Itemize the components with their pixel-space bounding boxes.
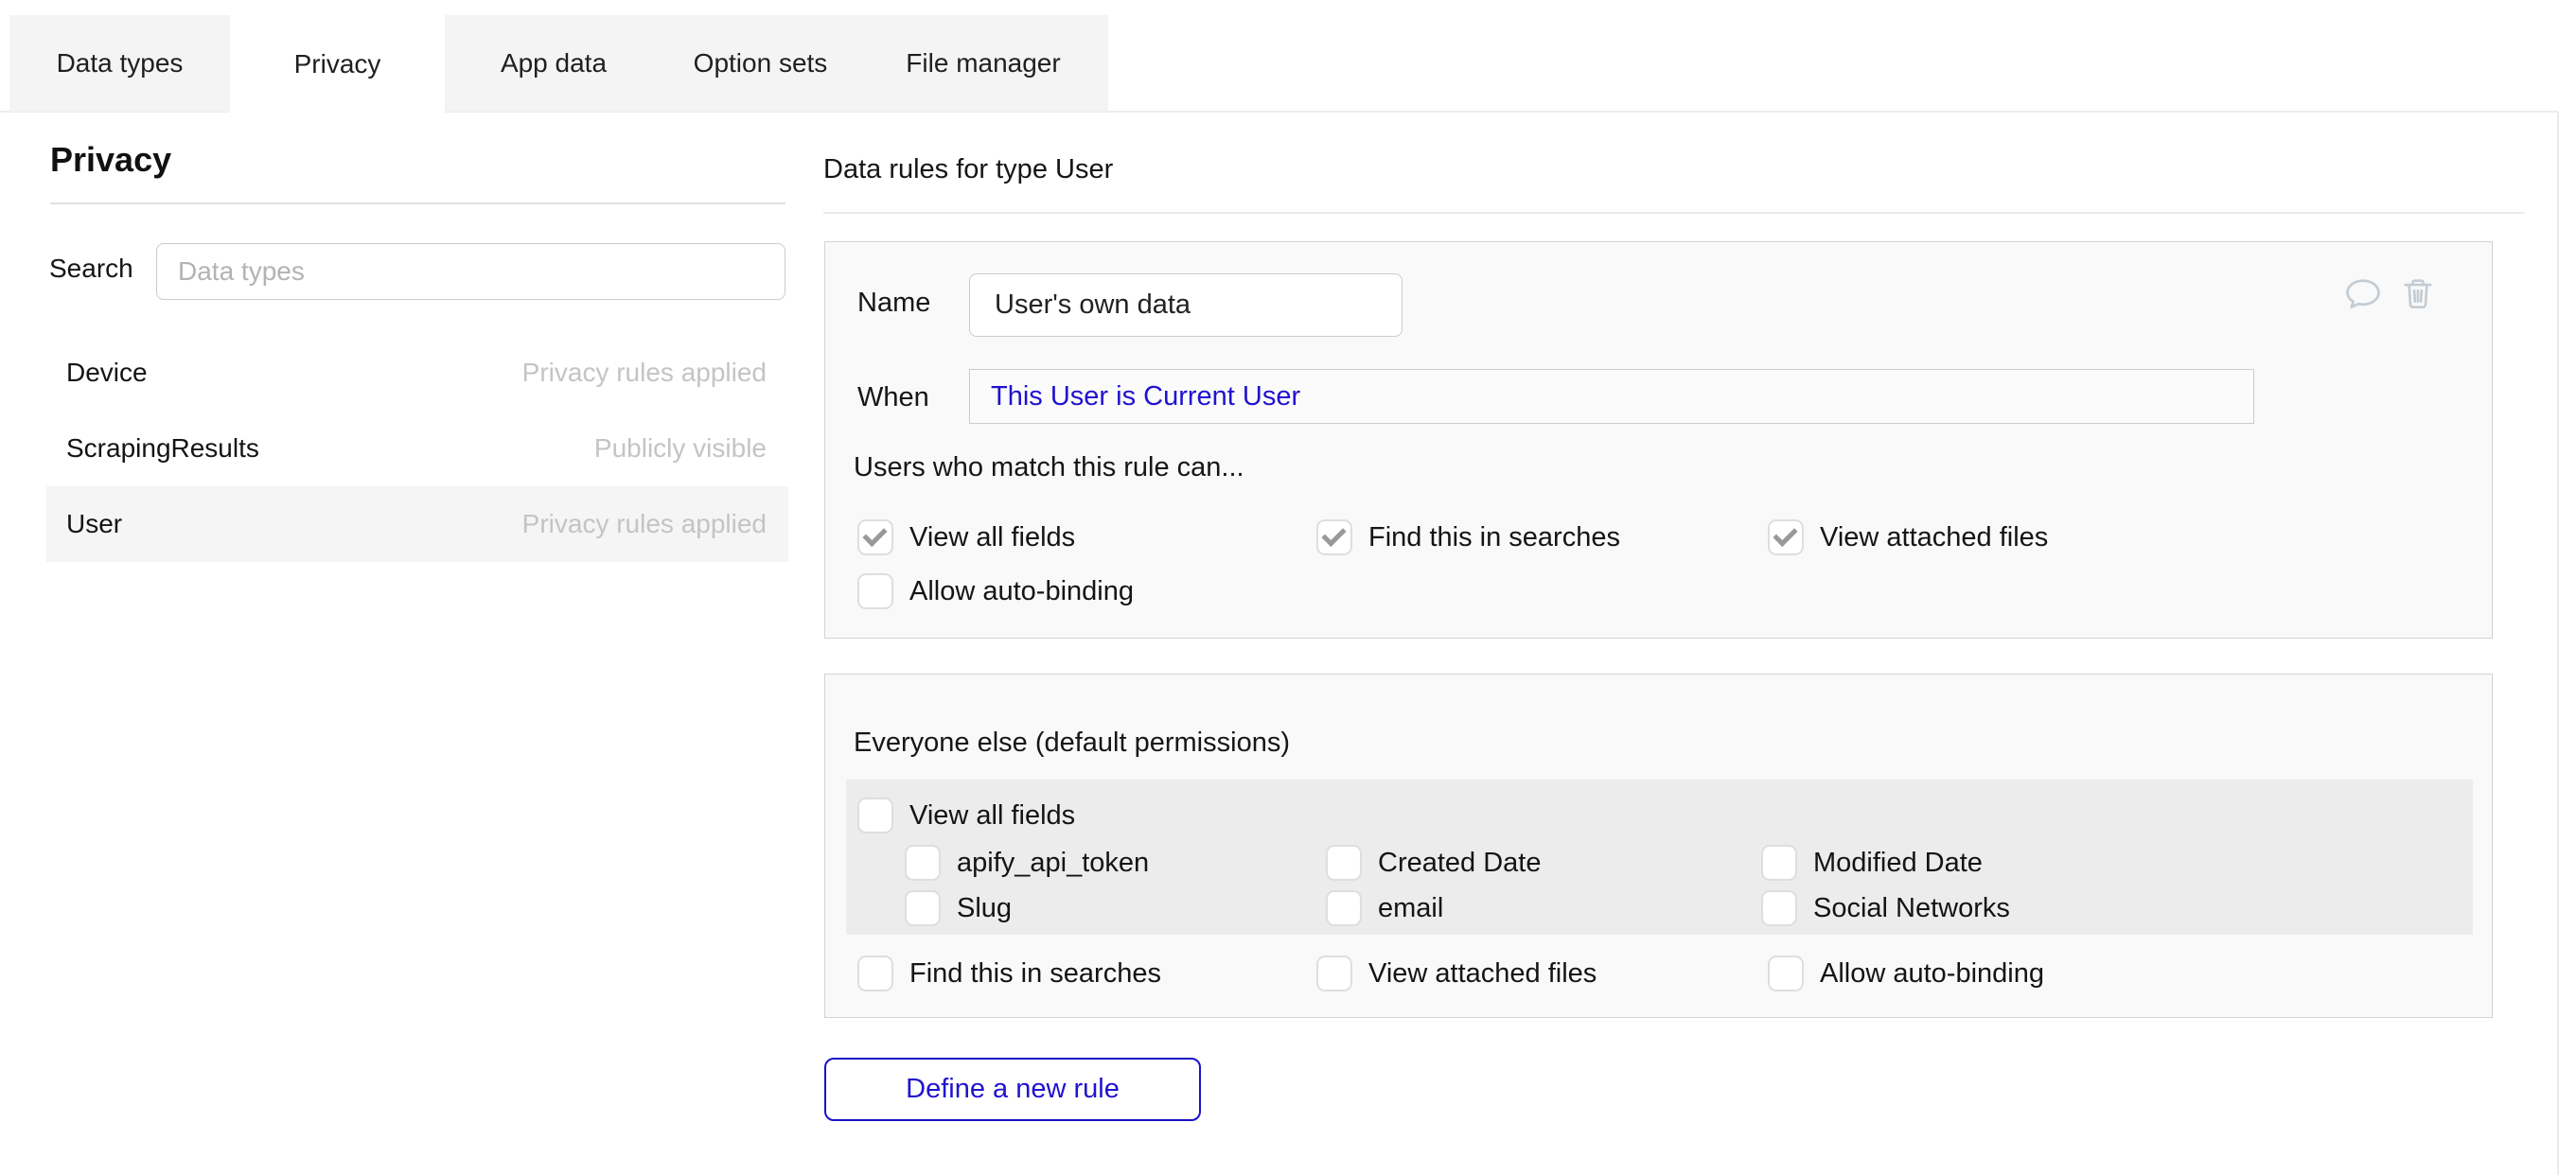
- perm-view-all-fields: View all fields: [857, 519, 1075, 555]
- rule-name-input[interactable]: [969, 273, 1403, 337]
- checkbox-find-in-searches-default[interactable]: [857, 956, 893, 991]
- checkbox-modified-date[interactable]: [1761, 845, 1797, 881]
- perm-label: View attached files: [1820, 522, 2048, 553]
- perm-view-attached-files-default: View attached files: [1316, 956, 1597, 991]
- data-rules-heading: Data rules for type User: [823, 154, 1113, 185]
- when-condition-value[interactable]: This User is Current User: [991, 381, 1300, 412]
- tab-data-types[interactable]: Data types: [9, 15, 230, 112]
- perm-label: Find this in searches: [1368, 522, 1620, 553]
- type-row-user[interactable]: User Privacy rules applied: [46, 486, 788, 562]
- type-row-device[interactable]: Device Privacy rules applied: [46, 335, 788, 411]
- checkbox-find-in-searches[interactable]: [1316, 519, 1352, 555]
- perm-find-in-searches-default: Find this in searches: [857, 956, 1161, 991]
- perm-label: View attached files: [1368, 958, 1597, 990]
- type-name: Device: [66, 358, 148, 388]
- permissions-intro: Users who match this rule can...: [854, 452, 1244, 483]
- type-row-scrapingresults[interactable]: ScrapingResults Publicly visible: [46, 411, 788, 486]
- checkbox-social-networks[interactable]: [1761, 890, 1797, 926]
- perm-view-all-fields-default: View all fields: [857, 798, 1075, 833]
- tab-app-data[interactable]: App data: [445, 15, 662, 112]
- checkbox-view-attached-files[interactable]: [1768, 519, 1804, 555]
- rule-card-actions: [2342, 273, 2439, 315]
- left-panel-divider: [50, 202, 785, 204]
- fields-inset: View all fields apify_api_token Created …: [846, 780, 2473, 935]
- perm-label: Created Date: [1378, 848, 1542, 879]
- perm-field-email: email: [1326, 890, 1443, 926]
- checkbox-email[interactable]: [1326, 890, 1362, 926]
- page-title: Privacy: [50, 140, 171, 180]
- checkbox-created-date[interactable]: [1326, 845, 1362, 881]
- default-permissions-card: Everyone else (default permissions) View…: [824, 674, 2493, 1018]
- perm-label: Find this in searches: [909, 958, 1161, 990]
- checkbox-allow-auto-binding-default[interactable]: [1768, 956, 1804, 991]
- search-input[interactable]: [156, 243, 785, 300]
- perm-field-social-networks: Social Networks: [1761, 890, 2010, 926]
- tab-privacy[interactable]: Privacy: [230, 15, 445, 113]
- perm-allow-auto-binding-default: Allow auto-binding: [1768, 956, 2044, 991]
- when-condition-field[interactable]: This User is Current User: [969, 369, 2254, 424]
- perm-label: apify_api_token: [957, 848, 1149, 879]
- type-name: ScrapingResults: [66, 433, 259, 464]
- checkbox-allow-auto-binding[interactable]: [857, 573, 893, 609]
- type-status: Publicly visible: [594, 433, 767, 464]
- perm-label: Social Networks: [1813, 893, 2010, 924]
- perm-label: Slug: [957, 893, 1012, 924]
- perm-field-slug: Slug: [905, 890, 1012, 926]
- type-name: User: [66, 509, 122, 539]
- perm-field-modified-date: Modified Date: [1761, 845, 1983, 881]
- trash-icon[interactable]: [2397, 273, 2439, 315]
- perm-label: View all fields: [909, 522, 1075, 553]
- perm-label: Allow auto-binding: [909, 576, 1134, 607]
- perm-label: View all fields: [909, 800, 1075, 832]
- perm-allow-auto-binding: Allow auto-binding: [857, 573, 1134, 609]
- type-status: Privacy rules applied: [522, 509, 767, 539]
- main-divider: [823, 212, 2525, 214]
- tab-option-sets[interactable]: Option sets: [662, 15, 858, 112]
- type-status: Privacy rules applied: [522, 358, 767, 388]
- define-new-rule-button[interactable]: Define a new rule: [824, 1058, 1201, 1121]
- perm-field-created-date: Created Date: [1326, 845, 1542, 881]
- checkbox-slug[interactable]: [905, 890, 941, 926]
- checkbox-view-all-fields[interactable]: [857, 519, 893, 555]
- perm-view-attached-files: View attached files: [1768, 519, 2048, 555]
- content-right-border: [2557, 112, 2559, 1175]
- name-label: Name: [857, 288, 930, 319]
- tab-file-manager[interactable]: File manager: [858, 15, 1108, 112]
- comment-icon[interactable]: [2342, 273, 2384, 315]
- perm-label: Allow auto-binding: [1820, 958, 2044, 990]
- perm-label: Modified Date: [1813, 848, 1983, 879]
- tab-bar: Data types Privacy App data Option sets …: [9, 15, 1108, 113]
- default-card-title: Everyone else (default permissions): [854, 728, 1290, 759]
- search-label: Search: [49, 254, 133, 284]
- rule-card: Name When This User is Current User User…: [824, 241, 2493, 639]
- perm-field-apify-api-token: apify_api_token: [905, 845, 1149, 881]
- checkbox-apify-api-token[interactable]: [905, 845, 941, 881]
- perm-find-in-searches: Find this in searches: [1316, 519, 1620, 555]
- perm-label: email: [1378, 893, 1443, 924]
- checkbox-view-attached-files-default[interactable]: [1316, 956, 1352, 991]
- checkbox-view-all-fields-default[interactable]: [857, 798, 893, 833]
- when-label: When: [857, 382, 929, 413]
- data-type-list: Device Privacy rules applied ScrapingRes…: [46, 335, 788, 562]
